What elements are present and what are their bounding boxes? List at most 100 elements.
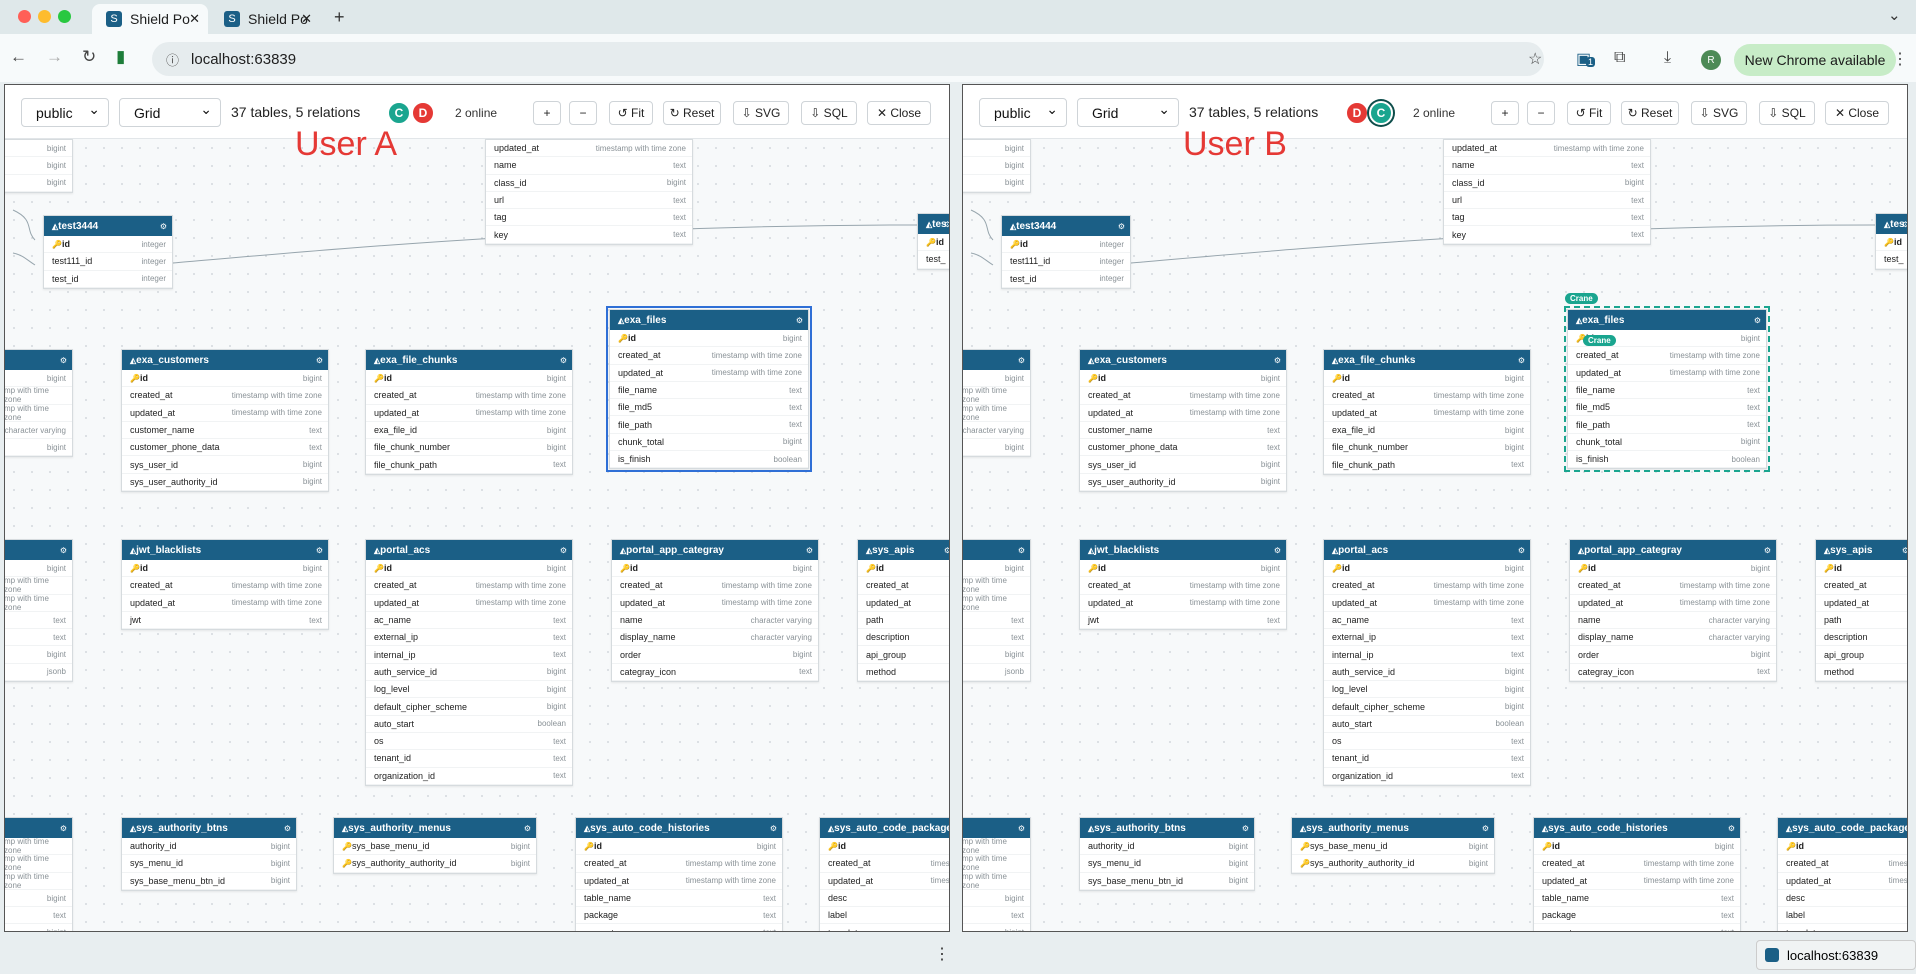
- table-header[interactable]: ◭ portal_acs: [366, 540, 572, 560]
- table-header[interactable]: ◭ exa_file_chunks: [1324, 350, 1530, 370]
- table-sys-apis[interactable]: ◭ sys_apis 🔑id created_at updated_atpath des…: [1815, 539, 1907, 683]
- browser-tab[interactable]: S Shield Po ✕: [210, 4, 320, 34]
- pane-user-a[interactable]: public Grid 37 tables, 5 relations CD 2 onli…: [4, 84, 950, 932]
- download-icon[interactable]: ⤓: [1664, 49, 1671, 67]
- table-header[interactable]: ◭ portal_acs: [1324, 540, 1530, 560]
- close-tab-icon[interactable]: ✕: [301, 11, 312, 27]
- new-chrome-available-button[interactable]: New Chrome available: [1734, 44, 1896, 76]
- table-tes[interactable]: ◭ tes 🔑id test_: [1875, 213, 1907, 270]
- table-header[interactable]: ◭ sys_apis: [1816, 540, 1907, 560]
- table-portal-app-categray[interactable]: ◭ portal_app_categray 🔑id bigint created_at…: [1569, 539, 1777, 683]
- fit-button[interactable]: ↺ Fit: [609, 101, 653, 125]
- back-icon[interactable]: ←: [10, 47, 27, 67]
- schema-select[interactable]: public: [979, 98, 1067, 127]
- reset-button[interactable]: ↻ Reset: [1621, 101, 1679, 125]
- table-left-mid[interactable]: bigint mp with time zonemp with time zone…: [963, 349, 1031, 458]
- table-exa-customers[interactable]: ◭ exa_customers🔑idbigintcreated_attimest…: [1079, 349, 1287, 493]
- reset-button[interactable]: ↻ Reset: [663, 101, 721, 125]
- table-left-row4[interactable]: mp with time zonemp with time zonemp wit…: [963, 817, 1031, 931]
- schema-select[interactable]: public: [21, 98, 109, 127]
- export-sql-button[interactable]: ⇩ SQL: [1759, 101, 1815, 125]
- reload-icon[interactable]: ↻: [82, 47, 96, 67]
- table-header[interactable]: [963, 350, 1030, 370]
- table-exa-file-chunks[interactable]: ◭ exa_file_chunks🔑idbigintcreated_attime…: [365, 349, 573, 475]
- profile-avatar[interactable]: R: [1701, 50, 1721, 70]
- new-tab-button[interactable]: +: [334, 7, 345, 28]
- extension-icon[interactable]: ▣ 1: [1576, 49, 1596, 69]
- close-button[interactable]: ✕ Close: [867, 101, 931, 125]
- table-header[interactable]: ◭ tes: [918, 214, 949, 234]
- table-sys-authority-menus[interactable]: ◭ sys_authority_menus🔑sys_base_menu_idbi…: [333, 817, 537, 874]
- table-header[interactable]: ◭ sys_authority_menus: [1292, 818, 1494, 838]
- table-header[interactable]: ◭ sys_authority_btns: [1080, 818, 1254, 838]
- maximize-window-icon[interactable]: [58, 10, 71, 23]
- table-header[interactable]: ◭ test3444: [44, 216, 172, 236]
- table-header[interactable]: ◭ sys_authority_btns: [122, 818, 296, 838]
- table-sys-authority-menus[interactable]: ◭ sys_authority_menus🔑sys_base_menu_idbi…: [1291, 817, 1495, 874]
- table-sys-auto-code-package[interactable]: ◭ sys_auto_code_package🔑idcreated_attime…: [1777, 817, 1907, 931]
- table-portal-acs[interactable]: ◭ portal_acs 🔑id bigint created_at timestamp…: [365, 539, 573, 786]
- table-header[interactable]: [5, 350, 72, 370]
- table-exa-files[interactable]: ◭ exa_files🔑idbigintcreated_attimestamp …: [606, 305, 812, 473]
- table-header[interactable]: ◭ sys_apis: [858, 540, 949, 560]
- layout-select[interactable]: Grid: [119, 98, 221, 127]
- table-header[interactable]: [963, 818, 1030, 838]
- table-left-row3[interactable]: bigint mp with time zonemp with time zone…: [5, 539, 73, 683]
- minimize-window-icon[interactable]: [38, 10, 51, 23]
- table-test3444[interactable]: ◭ test3444🔑idintegertest111_idintegertes…: [43, 215, 173, 289]
- table-header[interactable]: ◭ exa_files: [1568, 310, 1766, 330]
- export-svg-button[interactable]: ⇩ SVG: [733, 101, 789, 125]
- table-header[interactable]: [5, 540, 72, 560]
- table-sys-authority-btns[interactable]: ◭ sys_authority_btnsauthority_idbigintsy…: [1079, 817, 1255, 891]
- table-sys-apis[interactable]: ◭ sys_apis 🔑id created_at updated_atpath des…: [857, 539, 949, 683]
- zoom-in-button[interactable]: +: [533, 101, 561, 125]
- layout-select[interactable]: Grid: [1077, 98, 1179, 127]
- table-left-mid[interactable]: bigint mp with time zonemp with time zone…: [5, 349, 73, 458]
- export-svg-button[interactable]: ⇩ SVG: [1691, 101, 1747, 125]
- table-header[interactable]: ◭ sys_authority_menus: [334, 818, 536, 838]
- table-sys-authority-btns[interactable]: ◭ sys_authority_btnsauthority_idbigintsy…: [121, 817, 297, 891]
- table-portal-acs[interactable]: ◭ portal_acs 🔑id bigint created_at timestamp…: [1323, 539, 1531, 786]
- table-sys-auto-code-histories[interactable]: ◭ sys_auto_code_histories 🔑id bigint create…: [575, 817, 783, 931]
- table-test3444[interactable]: ◭ test3444🔑idintegertest111_idintegertes…: [1001, 215, 1131, 289]
- table-header[interactable]: ◭ exa_files: [610, 310, 808, 330]
- tab-search-icon[interactable]: ⌄: [1888, 6, 1901, 24]
- table-header[interactable]: ◭ exa_file_chunks: [366, 350, 572, 370]
- table-tes[interactable]: ◭ tes 🔑id test_: [917, 213, 949, 270]
- forward-icon[interactable]: →: [46, 47, 63, 67]
- table-portal-app-categray[interactable]: ◭ portal_app_categray 🔑id bigint created_at…: [611, 539, 819, 683]
- table-header[interactable]: ◭ sys_auto_code_histories: [576, 818, 782, 838]
- table-mid-top[interactable]: updated_at timestamp with time zone name te…: [485, 139, 693, 245]
- pane-menu-icon[interactable]: ⋮: [934, 944, 950, 964]
- zoom-in-button[interactable]: +: [1491, 101, 1519, 125]
- bookmark-star-icon[interactable]: ☆: [1528, 49, 1542, 69]
- table-exa-files[interactable]: ◭ exa_files🔑idbigintcreated_attimestamp …: [1564, 305, 1770, 473]
- close-tab-icon[interactable]: ✕: [189, 11, 200, 27]
- table-left-row3[interactable]: bigint mp with time zonemp with time zone…: [963, 539, 1031, 683]
- table-mid-top[interactable]: updated_at timestamp with time zone name te…: [1443, 139, 1651, 245]
- export-sql-button[interactable]: ⇩ SQL: [801, 101, 857, 125]
- zoom-out-button[interactable]: −: [1527, 101, 1555, 125]
- address-bar[interactable]: ⓘ localhost:63839: [152, 42, 1544, 76]
- menu-kebab-icon[interactable]: ⋮: [1892, 49, 1908, 69]
- table-header[interactable]: ◭ tes: [1876, 214, 1907, 234]
- table-header[interactable]: ◭ test3444: [1002, 216, 1130, 236]
- zoom-out-button[interactable]: −: [569, 101, 597, 125]
- table-header[interactable]: [5, 818, 72, 838]
- fit-button[interactable]: ↺ Fit: [1567, 101, 1611, 125]
- table-header[interactable]: ◭ exa_customers: [122, 350, 328, 370]
- extensions-puzzle-icon[interactable]: ⧉: [1614, 49, 1625, 67]
- split-view-icon[interactable]: ▮: [116, 47, 125, 67]
- table-header[interactable]: ◭ sys_auto_code_histories: [1534, 818, 1740, 838]
- table-sys-auto-code-package[interactable]: ◭ sys_auto_code_package🔑idcreated_attime…: [819, 817, 949, 931]
- table-left-top[interactable]: bigint bigint bigint: [5, 139, 73, 193]
- table-header[interactable]: ◭ portal_app_categray: [1570, 540, 1776, 560]
- table-jwt-blacklists[interactable]: ◭ jwt_blacklists🔑idbigintcreated_attimes…: [1079, 539, 1287, 631]
- site-info-icon[interactable]: ⓘ: [166, 50, 179, 69]
- table-header[interactable]: ◭ jwt_blacklists: [1080, 540, 1286, 560]
- table-jwt-blacklists[interactable]: ◭ jwt_blacklists🔑idbigintcreated_attimes…: [121, 539, 329, 631]
- table-header[interactable]: [963, 540, 1030, 560]
- table-header[interactable]: ◭ jwt_blacklists: [122, 540, 328, 560]
- table-header[interactable]: ◭ sys_auto_code_package: [820, 818, 949, 838]
- table-exa-customers[interactable]: ◭ exa_customers🔑idbigintcreated_attimest…: [121, 349, 329, 493]
